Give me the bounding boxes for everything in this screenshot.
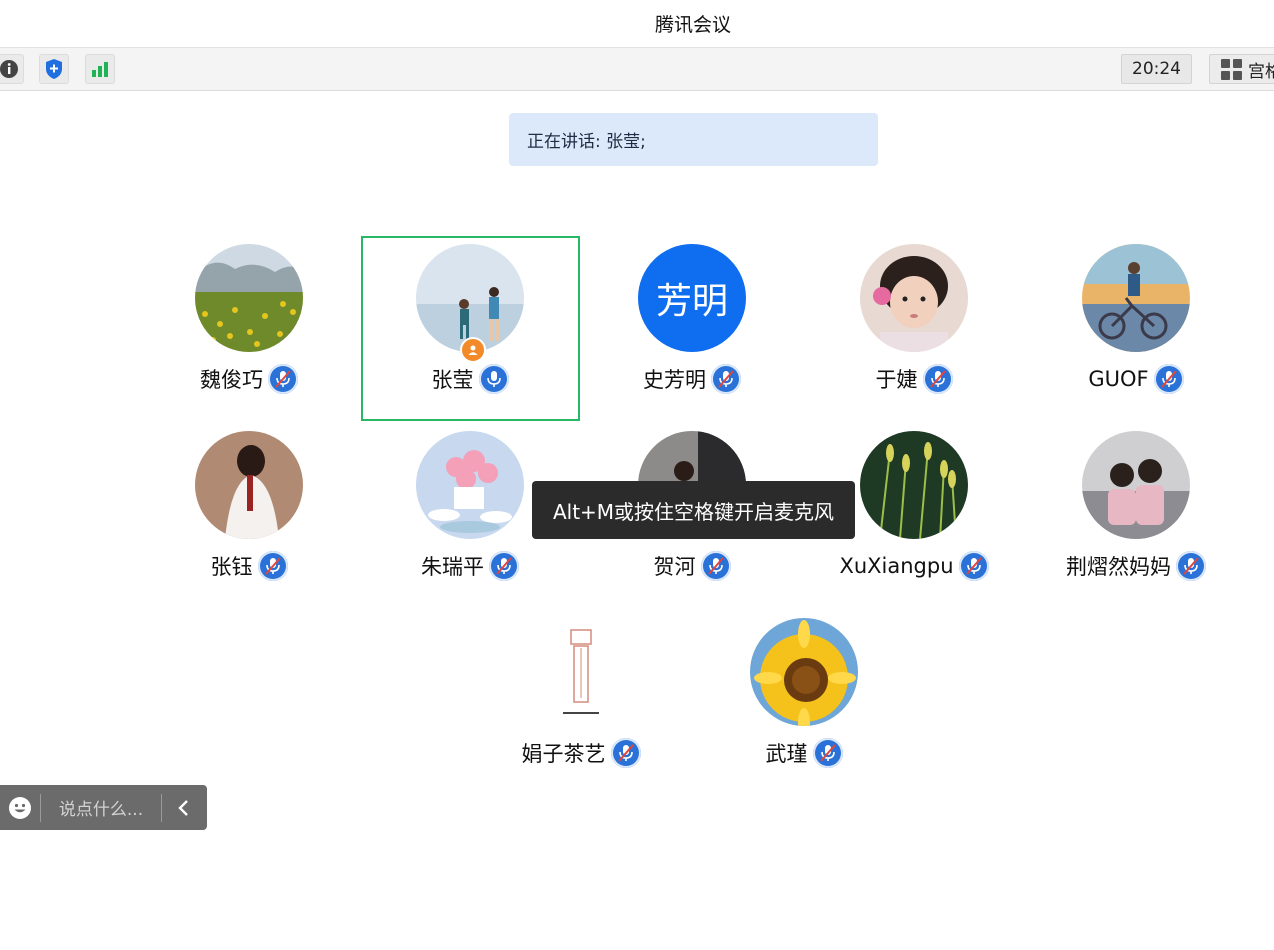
mic-muted-icon[interactable] [1153,364,1184,394]
toolbar: 20:24 宫格 [0,48,1274,91]
participant-name: 史芳明 [643,368,706,392]
chat-input[interactable]: 说点什么... [41,795,161,820]
emoji-button[interactable] [0,785,40,830]
avatar [750,618,858,726]
avatar [1082,431,1190,539]
window-title: 腾讯会议 [654,14,731,36]
participant-name-row: 朱瑞平 [360,549,580,583]
mic-shortcut-tooltip: Alt+M或按住空格键开启麦克风 [532,481,855,539]
mic-muted-icon[interactable] [958,551,989,581]
participant-name: 魏俊巧 [200,368,263,392]
mic-muted-icon[interactable] [922,364,953,394]
grid-icon [1221,58,1242,80]
participant-name-row: XuXiangpu [804,549,1024,583]
avatar [195,431,303,539]
network-status-button[interactable] [85,54,115,84]
signal-icon [92,62,108,77]
participant-name-row: 魏俊巧 [139,362,359,396]
participant-name-row: 张钰 [139,549,359,583]
chevron-left-icon [178,799,188,816]
mic-muted-icon[interactable] [257,551,288,581]
participant-tile[interactable]: 魏俊巧 [139,236,359,416]
participant-name: 张莹 [431,368,474,392]
mic-muted-icon[interactable] [1176,551,1206,581]
participant-tile[interactable]: 于婕 [804,236,1024,416]
collapse-chat-button[interactable] [162,785,206,830]
avatar [860,244,968,352]
participant-name: 于婕 [875,368,918,392]
mic-muted-icon[interactable] [268,364,298,394]
view-layout-label: 宫格 [1248,61,1274,82]
participant-name: 张钰 [210,555,253,579]
participant-tile[interactable]: 荆熠然妈妈 [1026,423,1246,603]
participant-name: 娟子茶艺 [521,742,606,766]
mic-active-icon[interactable] [478,364,509,394]
avatar [416,431,524,539]
view-layout-button[interactable]: 宫格 [1209,54,1274,84]
participant-tile[interactable]: 武瑾 [694,610,914,790]
avatar [527,618,635,726]
info-icon [0,60,18,78]
meeting-info-button[interactable] [0,54,24,84]
participant-name-row: 张莹 [360,362,580,396]
speaking-indicator: 正在讲话: 张莹; [509,113,878,166]
security-button[interactable] [39,54,69,84]
participant-name-row: 于婕 [804,362,1024,396]
avatar: 芳明 [638,244,746,352]
participant-name-row: 史芳明 [582,362,802,396]
avatar [860,431,968,539]
participant-name: 贺河 [653,555,696,579]
participant-tile[interactable]: 芳明 史芳明 [582,236,802,416]
mic-muted-icon[interactable] [711,364,741,394]
shield-icon [46,59,62,79]
participant-tile[interactable]: 张莹 [360,236,580,416]
participant-tile[interactable]: 娟子茶艺 [471,610,691,790]
avatar-text: 芳明 [655,281,728,322]
mic-muted-icon[interactable] [610,738,641,768]
speaking-text: 正在讲话: 张莹; [527,132,646,152]
participant-name: 武瑾 [765,742,808,766]
participant-name: GUOF [1088,367,1149,391]
emoji-icon [9,796,31,819]
participant-name-row: 贺河 [582,549,802,583]
meeting-clock: 20:24 [1121,54,1192,84]
participant-name: 朱瑞平 [421,555,484,579]
tooltip-text: Alt+M或按住空格键开启麦克风 [552,499,835,524]
avatar [416,244,524,352]
mic-muted-icon[interactable] [812,738,843,768]
participant-tile[interactable]: 张钰 [139,423,359,603]
chat-bar: 说点什么... [0,785,207,830]
mic-muted-icon[interactable] [489,551,519,581]
participant-name-row: 荆熠然妈妈 [1026,549,1246,583]
participant-tile[interactable]: GUOF [1026,236,1246,416]
participant-name-row: GUOF [1026,362,1246,396]
participant-name-row: 武瑾 [694,736,914,770]
mic-muted-icon[interactable] [700,551,731,581]
participant-name-row: 娟子茶艺 [471,736,691,770]
participant-name: XuXiangpu [839,554,954,578]
participant-name: 荆熠然妈妈 [1066,555,1171,579]
host-badge-icon [460,337,486,363]
title-bar: 腾讯会议 [0,0,1274,48]
avatar [195,244,303,352]
avatar [1082,244,1190,352]
